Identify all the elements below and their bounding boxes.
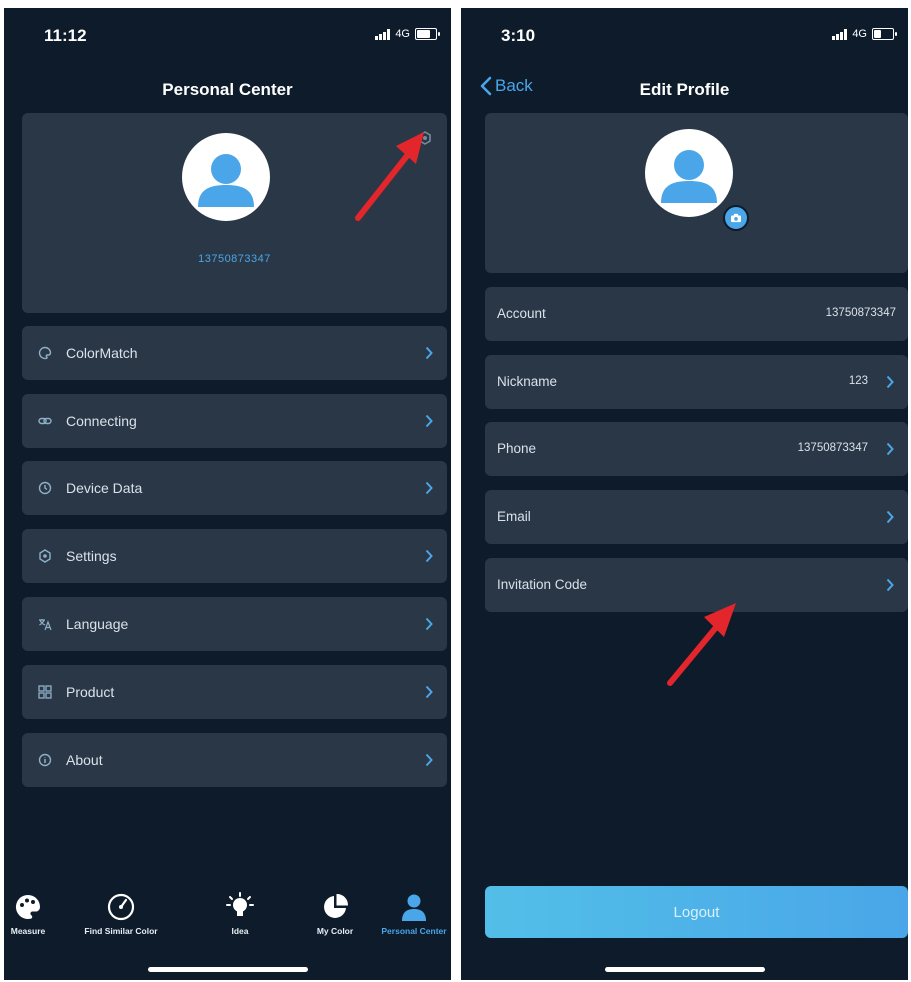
signal-icon	[375, 28, 391, 40]
chevron-right-icon	[886, 442, 894, 456]
gear-icon[interactable]	[418, 131, 432, 145]
grid-icon	[38, 685, 52, 699]
tab-personal-center[interactable]: Personal Center	[370, 892, 451, 936]
profile-row-invitation-code[interactable]: Invitation Code	[485, 558, 908, 612]
status-indicators: 4G	[832, 28, 897, 40]
avatar[interactable]	[645, 129, 733, 217]
network-type: 4G	[852, 28, 867, 40]
personal-center-screen: 11:12 4G Personal Center 13750873347 Col…	[4, 8, 451, 980]
battery-icon	[872, 28, 897, 40]
info-icon	[38, 753, 52, 767]
chevron-right-icon	[886, 510, 894, 524]
edit-profile-screen: 3:10 4G Back Edit Profile Account 137508…	[461, 8, 908, 980]
status-bar: 11:12 4G	[4, 8, 451, 62]
settings-icon	[38, 549, 52, 563]
tab-label: My Color	[316, 926, 354, 936]
chevron-right-icon	[425, 685, 433, 699]
link-icon	[38, 414, 52, 428]
menu-item-settings[interactable]: Settings	[22, 529, 447, 583]
row-label: Invitation Code	[497, 577, 588, 592]
home-indicator	[147, 967, 308, 972]
menu-item-about[interactable]: About	[22, 733, 447, 787]
status-time: 11:12	[44, 26, 87, 45]
menu-item-label: Product	[66, 684, 115, 700]
status-time: 3:10	[501, 26, 536, 45]
chevron-right-icon	[425, 753, 433, 767]
menu-item-label: ColorMatch	[66, 345, 138, 361]
avatar[interactable]	[182, 133, 270, 221]
profile-row-phone[interactable]: Phone 13750873347	[485, 422, 908, 476]
account-id: 13750873347	[198, 253, 271, 265]
avatar-card	[485, 113, 908, 273]
menu-item-label: Device Data	[66, 480, 143, 496]
menu-item-language[interactable]: Language	[22, 597, 447, 651]
profile-row-account: Account 13750873347	[485, 287, 908, 341]
chevron-right-icon	[425, 481, 433, 495]
tab-label: Measure	[10, 926, 46, 936]
battery-icon	[415, 28, 440, 40]
chevron-right-icon	[886, 578, 894, 592]
home-indicator	[604, 967, 765, 972]
gauge-icon	[107, 893, 135, 921]
user-icon	[402, 894, 426, 921]
translate-icon	[38, 617, 52, 631]
status-bar: 3:10 4G	[461, 8, 908, 62]
menu-item-product[interactable]: Product	[22, 665, 447, 719]
logout-button[interactable]: Logout	[485, 886, 908, 938]
profile-row-nickname[interactable]: Nickname 123	[485, 355, 908, 409]
chevron-right-icon	[425, 346, 433, 360]
lightbulb-icon	[226, 892, 254, 916]
palette-icon	[15, 894, 40, 919]
menu-item-colormatch[interactable]: ColorMatch	[22, 326, 447, 380]
menu-item-label: Language	[66, 616, 129, 632]
tab-my-color[interactable]: My Color	[291, 892, 379, 936]
tab-label: Find Similar Color	[84, 926, 158, 936]
tab-idea[interactable]: Idea	[196, 892, 284, 936]
row-label: Phone	[497, 441, 537, 456]
row-value: 13750873347	[825, 307, 896, 319]
profile-card: 13750873347	[22, 113, 447, 313]
menu-item-label: Connecting	[66, 413, 137, 429]
row-label: Account	[497, 306, 546, 321]
tab-label: Personal Center	[381, 926, 447, 936]
page-title: Edit Profile	[639, 80, 730, 99]
chevron-right-icon	[425, 617, 433, 631]
row-value: 123	[848, 375, 868, 387]
tab-measure[interactable]: Measure	[4, 892, 72, 936]
chevron-right-icon	[886, 375, 894, 389]
signal-icon	[832, 28, 848, 40]
menu-item-connecting[interactable]: Connecting	[22, 394, 447, 448]
user-avatar-icon	[198, 154, 254, 207]
row-label: Email	[497, 509, 531, 524]
network-type: 4G	[395, 28, 410, 40]
row-label: Nickname	[497, 374, 558, 389]
clock-icon	[38, 481, 52, 495]
profile-row-email[interactable]: Email	[485, 490, 908, 544]
menu-item-label: Settings	[66, 548, 117, 564]
menu-item-label: About	[66, 752, 103, 768]
tab-bar: Measure Find Similar Color Idea My Color…	[4, 870, 451, 980]
palette-icon	[38, 346, 52, 360]
tab-find-similar-color[interactable]: Find Similar Color	[77, 892, 165, 936]
camera-icon[interactable]	[723, 205, 749, 231]
row-value: 13750873347	[797, 442, 868, 454]
pie-chart-icon	[324, 893, 349, 918]
tab-label: Idea	[231, 926, 249, 936]
status-indicators: 4G	[375, 28, 440, 40]
page-title: Personal Center	[162, 80, 293, 99]
user-avatar-icon	[661, 150, 717, 203]
chevron-right-icon	[425, 414, 433, 428]
menu-item-device-data[interactable]: Device Data	[22, 461, 447, 515]
chevron-right-icon	[425, 549, 433, 563]
